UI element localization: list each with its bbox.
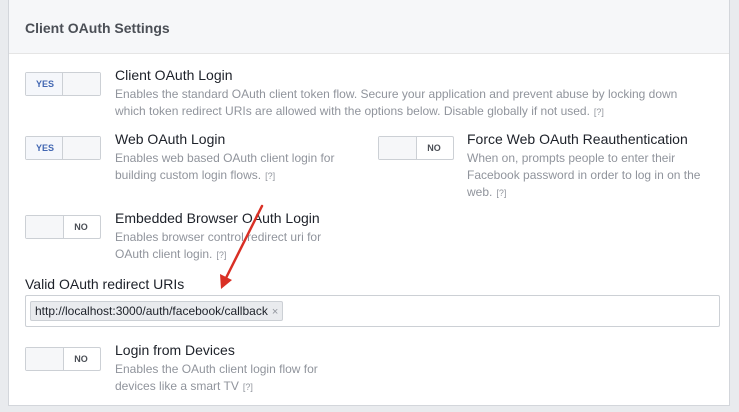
toggle-state-label: NO bbox=[74, 354, 88, 364]
toggle-knob bbox=[379, 137, 417, 159]
embedded-browser-oauth-description: Enables browser control redirect uri for… bbox=[115, 229, 365, 264]
help-link[interactable]: [?] bbox=[594, 107, 604, 117]
toggle-knob bbox=[62, 73, 100, 95]
description-line: which token redirect URIs are allowed wi… bbox=[115, 104, 590, 118]
help-link[interactable]: [?] bbox=[243, 382, 253, 392]
toggle-state-label: YES bbox=[26, 137, 64, 159]
login-from-devices-toggle[interactable]: NO bbox=[25, 347, 101, 371]
description-line: When on, prompts people to enter their bbox=[467, 151, 676, 165]
description-line: devices like a smart TV bbox=[115, 379, 239, 393]
embedded-browser-oauth-title: Embedded Browser OAuth Login bbox=[115, 210, 320, 226]
description-line: Enables browser control redirect uri for bbox=[115, 230, 322, 244]
web-oauth-login-toggle[interactable]: YES bbox=[25, 136, 101, 160]
toggle-state-label: YES bbox=[26, 73, 64, 95]
redirect-uri-value: http://localhost:3000/auth/facebook/call… bbox=[35, 304, 268, 318]
description-line: building custom login flows. bbox=[115, 168, 262, 182]
remove-token-icon[interactable]: × bbox=[272, 306, 278, 318]
description-line: Facebook password in order to log in on … bbox=[467, 168, 701, 182]
login-from-devices-description: Enables the OAuth client login flow for … bbox=[115, 361, 365, 396]
web-oauth-login-description: Enables web based OAuth client login for… bbox=[115, 150, 365, 185]
toggle-knob bbox=[26, 348, 64, 370]
client-oauth-login-toggle[interactable]: YES bbox=[25, 72, 101, 96]
help-link[interactable]: [?] bbox=[496, 188, 506, 198]
embedded-browser-oauth-toggle[interactable]: NO bbox=[25, 215, 101, 239]
client-oauth-login-description: Enables the standard OAuth client token … bbox=[115, 86, 715, 121]
force-reauth-title: Force Web OAuth Reauthentication bbox=[467, 131, 688, 147]
description-line: Enables web based OAuth client login for bbox=[115, 151, 335, 165]
client-oauth-login-title: Client OAuth Login bbox=[115, 67, 233, 83]
description-line: web. bbox=[467, 185, 493, 199]
toggle-state-label: NO bbox=[427, 143, 441, 153]
redirect-uris-label: Valid OAuth redirect URIs bbox=[25, 276, 185, 292]
force-reauth-toggle[interactable]: NO bbox=[378, 136, 454, 160]
toggle-knob bbox=[62, 137, 100, 159]
web-oauth-login-title: Web OAuth Login bbox=[115, 131, 226, 147]
force-reauth-description: When on, prompts people to enter their F… bbox=[467, 150, 722, 202]
panel-title: Client OAuth Settings bbox=[25, 20, 170, 36]
help-link[interactable]: [?] bbox=[216, 250, 226, 260]
description-line: Enables the OAuth client login flow for bbox=[115, 362, 318, 376]
panel-header: Client OAuth Settings bbox=[9, 0, 729, 54]
client-oauth-settings-panel: Client OAuth Settings YES Client OAuth L… bbox=[8, 0, 730, 406]
toggle-knob bbox=[26, 216, 64, 238]
login-from-devices-title: Login from Devices bbox=[115, 342, 235, 358]
description-line: OAuth client login. bbox=[115, 247, 213, 261]
description-line: Enables the standard OAuth client token … bbox=[115, 87, 678, 101]
toggle-state-label: NO bbox=[74, 222, 88, 232]
redirect-uris-input[interactable]: http://localhost:3000/auth/facebook/call… bbox=[25, 295, 720, 327]
help-link[interactable]: [?] bbox=[265, 171, 275, 181]
redirect-uri-token: http://localhost:3000/auth/facebook/call… bbox=[30, 301, 284, 321]
